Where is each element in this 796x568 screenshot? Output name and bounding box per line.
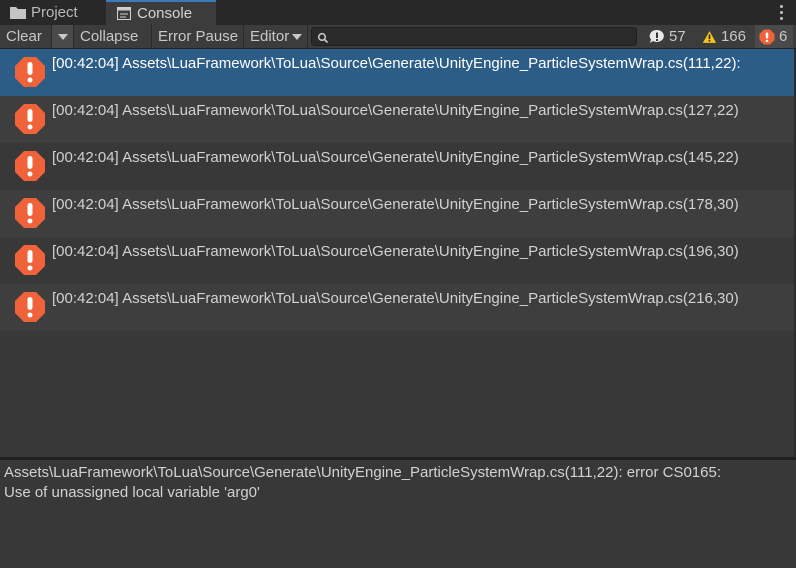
log-message: [00:42:04] Assets\LuaFramework\ToLua\Sou…: [52, 102, 739, 119]
editor-dropdown[interactable]: Editor: [244, 25, 308, 48]
tab-console[interactable]: Console: [106, 0, 216, 25]
info-filter-toggle[interactable]: 57: [645, 25, 693, 48]
tab-console-label: Console: [137, 5, 193, 22]
folder-icon: [10, 6, 26, 20]
error-count: 6: [779, 28, 788, 45]
log-list: [00:42:04] Assets\LuaFramework\ToLua\Sou…: [0, 49, 796, 457]
more-options-icon[interactable]: [776, 3, 786, 21]
console-toolbar: Clear Collapse Error Pause Editor 57 166…: [0, 25, 796, 49]
search-input[interactable]: [311, 27, 637, 46]
clear-button[interactable]: Clear: [0, 25, 52, 48]
error-icon: [15, 104, 45, 134]
log-entry[interactable]: [00:42:04] Assets\LuaFramework\ToLua\Sou…: [0, 237, 796, 284]
search-icon: [317, 31, 329, 44]
tab-project-label: Project: [31, 4, 78, 21]
tab-bar: Project Console: [0, 0, 796, 25]
log-entry[interactable]: [00:42:04] Assets\LuaFramework\ToLua\Sou…: [0, 190, 796, 237]
error-icon: [15, 245, 45, 275]
log-message: [00:42:04] Assets\LuaFramework\ToLua\Sou…: [52, 55, 741, 72]
detail-line: Assets\LuaFramework\ToLua\Source\Generat…: [4, 464, 721, 481]
warning-icon: [702, 30, 717, 43]
error-icon: [15, 57, 45, 87]
chevron-down-icon: [57, 34, 68, 41]
log-message: [00:42:04] Assets\LuaFramework\ToLua\Sou…: [52, 243, 739, 260]
log-entry[interactable]: [00:42:04] Assets\LuaFramework\ToLua\Sou…: [0, 96, 796, 143]
console-icon: [116, 7, 132, 21]
log-entry[interactable]: [00:42:04] Assets\LuaFramework\ToLua\Sou…: [0, 49, 796, 96]
info-count: 57: [669, 28, 686, 45]
error-pause-toggle[interactable]: Error Pause: [152, 25, 244, 48]
log-detail-pane: Assets\LuaFramework\ToLua\Source\Generat…: [4, 463, 790, 503]
chevron-down-icon: [292, 34, 303, 41]
tab-project[interactable]: Project: [0, 0, 106, 25]
log-message: [00:42:04] Assets\LuaFramework\ToLua\Sou…: [52, 196, 739, 213]
error-icon: [759, 29, 775, 44]
log-message: [00:42:04] Assets\LuaFramework\ToLua\Sou…: [52, 290, 739, 307]
clear-options-dropdown[interactable]: [52, 25, 74, 48]
error-icon: [15, 151, 45, 181]
log-message: [00:42:04] Assets\LuaFramework\ToLua\Sou…: [52, 149, 739, 166]
error-icon: [15, 198, 45, 228]
error-icon: [15, 292, 45, 322]
detail-line: Use of unassigned local variable 'arg0': [4, 484, 260, 501]
error-filter-toggle[interactable]: 6: [755, 25, 793, 48]
log-entry[interactable]: [00:42:04] Assets\LuaFramework\ToLua\Sou…: [0, 143, 796, 190]
collapse-toggle[interactable]: Collapse: [74, 25, 152, 48]
warning-count: 166: [720, 28, 746, 45]
log-entry[interactable]: [00:42:04] Assets\LuaFramework\ToLua\Sou…: [0, 284, 796, 331]
info-icon: [649, 29, 664, 43]
split-divider[interactable]: [0, 457, 796, 460]
warning-filter-toggle[interactable]: 166: [698, 25, 750, 48]
editor-dropdown-label: Editor: [250, 28, 290, 45]
